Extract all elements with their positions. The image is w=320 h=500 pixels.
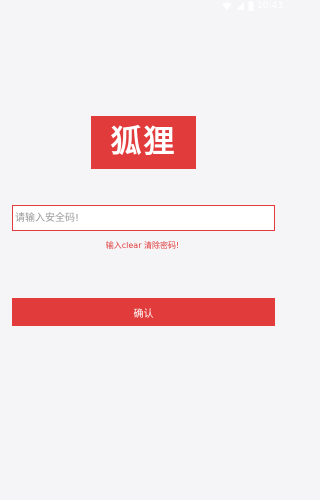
clear-password-hint: 输入clear 清除密码! (105, 241, 180, 250)
security-code-input[interactable] (12, 205, 275, 231)
app-logo: 狐狸 (91, 116, 196, 169)
wifi-icon (222, 1, 232, 11)
confirm-button[interactable]: 确认 (12, 298, 275, 326)
status-icons: 10:43 (222, 0, 283, 12)
signal-icon (235, 1, 245, 11)
battery-icon (248, 1, 254, 11)
logo-text: 狐狸 (110, 124, 177, 160)
status-bar: 10:43 (0, 0, 285, 12)
status-time: 10:43 (257, 1, 283, 11)
